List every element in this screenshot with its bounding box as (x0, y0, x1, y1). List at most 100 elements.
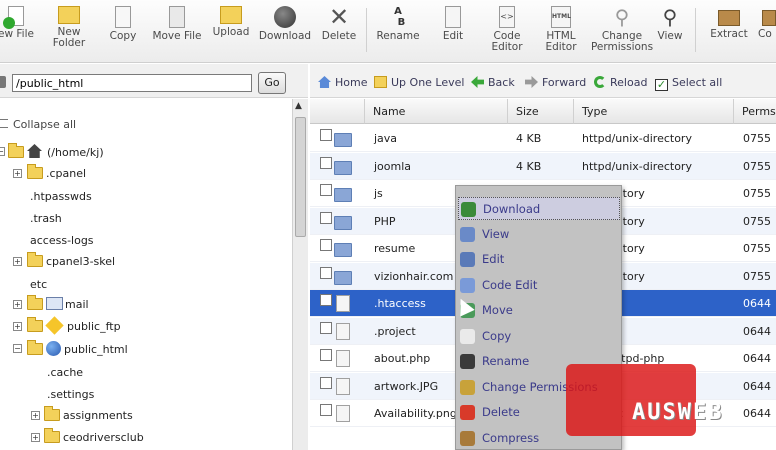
file-icon (336, 405, 350, 422)
collapse-all-link[interactable]: Collapse all (0, 118, 76, 131)
tree-scrollbar[interactable]: ▲ (292, 99, 308, 450)
row-checkbox[interactable] (320, 129, 332, 141)
code-editor-button[interactable]: <> Code Editor (484, 6, 530, 53)
back-link[interactable]: Back (471, 76, 515, 89)
tree-item-access-logs[interactable]: access-logs (30, 234, 94, 247)
file-name: PHP (374, 214, 396, 228)
move-file-button[interactable]: Move File (150, 6, 204, 42)
tree-item-assignments[interactable]: assignments (44, 406, 133, 422)
tree-item-cache[interactable]: .cache (47, 366, 83, 379)
tree-item-public-ftp[interactable]: public_ftp (27, 316, 121, 335)
table-row[interactable]: java 4 KB httpd/unix-directory 0755 (310, 125, 776, 152)
folder-up-icon (374, 76, 387, 88)
download-icon (274, 6, 296, 28)
extract-button[interactable]: Extract (706, 6, 752, 40)
go-button[interactable]: Go (258, 72, 286, 94)
home-link[interactable]: Home (318, 76, 367, 89)
context-menu-item-copy[interactable]: Copy (458, 325, 620, 348)
file-name: js (374, 187, 383, 200)
compress-button[interactable]: Co (758, 6, 776, 40)
tree-item-ceodriversclub[interactable]: ceodriversclub (44, 428, 144, 444)
edit-button[interactable]: Edit (432, 6, 474, 42)
tree-item-mail[interactable]: mail (27, 295, 89, 311)
row-checkbox[interactable] (320, 404, 332, 416)
tree-toggle[interactable]: − (0, 147, 5, 156)
change-permissions-button[interactable]: ⚲ Change Permissions (590, 6, 654, 53)
download-button[interactable]: Download (258, 6, 312, 42)
row-checkbox[interactable] (320, 294, 332, 306)
tree-item-trash[interactable]: .trash (30, 212, 62, 225)
context-menu-item-code-edit[interactable]: Code Edit (458, 274, 620, 297)
file-name: resume (374, 242, 416, 255)
up-one-level-link[interactable]: Up One Level (374, 76, 464, 89)
column-header-perms[interactable]: Perms (734, 99, 776, 124)
reload-link[interactable]: Reload (594, 76, 647, 89)
tree-item-cpanel3-skel[interactable]: cpanel3-skel (27, 252, 115, 268)
row-checkbox[interactable] (320, 266, 332, 279)
column-header-size[interactable]: Size (508, 99, 574, 124)
tree-toggle[interactable]: + (13, 257, 22, 266)
copy-button[interactable]: Copy (102, 6, 144, 42)
tree-toggle[interactable]: + (13, 322, 22, 331)
context-menu-item-edit[interactable]: Edit (458, 248, 620, 271)
file-perms: 0644 (743, 352, 771, 365)
row-checkbox[interactable] (320, 184, 332, 196)
tree-toggle[interactable]: − (13, 344, 22, 353)
folder-icon (334, 188, 352, 202)
delete-button[interactable]: ✕ Delete (318, 5, 360, 42)
rename-button[interactable]: A B Rename (374, 6, 422, 42)
row-checkbox[interactable] (320, 156, 332, 169)
row-checkbox[interactable] (320, 321, 332, 334)
new-file-button[interactable]: ew File (0, 6, 38, 40)
new-folder-button[interactable]: New Folder (46, 6, 92, 49)
tree-item-htpasswds[interactable]: .htpasswds (30, 190, 92, 203)
select-all-link[interactable]: ✓ Select all (655, 76, 722, 91)
file-icon (336, 295, 350, 312)
upload-button[interactable]: Upload (210, 6, 252, 38)
tree-toggle[interactable]: + (13, 169, 22, 178)
delete-icon (460, 405, 475, 420)
home-icon (27, 144, 42, 158)
column-header-type[interactable]: Type (574, 99, 734, 124)
folder-icon (334, 133, 352, 147)
tree-item-root[interactable]: (/home/kj) (8, 143, 104, 159)
back-arrow-icon (471, 76, 484, 88)
view-button[interactable]: ⚲ View (652, 6, 688, 42)
tree-toggle[interactable]: + (13, 300, 22, 309)
toolbar: ew File New Folder Copy Move File Upload … (0, 0, 776, 63)
forward-link[interactable]: Forward (525, 76, 586, 89)
file-icon (336, 377, 350, 395)
context-menu-item-view[interactable]: View (458, 223, 620, 246)
compress-icon (460, 430, 475, 446)
html-editor-button[interactable]: HTML HTML Editor (538, 6, 584, 53)
tree-item-etc[interactable]: etc (30, 278, 47, 291)
tree-toggle[interactable]: + (31, 433, 40, 442)
path-input[interactable] (12, 74, 252, 92)
file-name: artwork.JPG (374, 379, 439, 393)
context-menu-item-move[interactable]: Move (458, 299, 620, 322)
scrollbar-thumb[interactable] (295, 117, 306, 237)
collapse-all-icon (0, 119, 8, 128)
file-perms: 0644 (743, 297, 771, 310)
tree-item-settings[interactable]: .settings (47, 388, 94, 401)
checkbox-checked-icon: ✓ (655, 78, 668, 91)
mail-icon (46, 297, 63, 310)
file-perms: 0755 (743, 269, 771, 283)
table-row[interactable]: joomla 4 KB httpd/unix-directory 0755 (310, 152, 776, 180)
file-name: .project (374, 324, 416, 338)
row-checkbox[interactable] (320, 349, 332, 361)
watermark-text: AUSWEB (632, 400, 724, 425)
column-header-name[interactable]: Name (365, 99, 508, 124)
row-checkbox[interactable] (320, 239, 332, 251)
edit-icon (445, 6, 461, 28)
row-checkbox[interactable] (320, 376, 332, 389)
file-perms: 0644 (743, 407, 771, 420)
rename-icon: A B (390, 6, 406, 28)
tree-toggle[interactable]: + (31, 411, 40, 420)
context-menu-item-download[interactable]: Download (458, 197, 620, 220)
tree-item-public-html[interactable]: public_html (27, 340, 128, 356)
scroll-up-arrow-icon[interactable]: ▲ (295, 101, 302, 111)
tree-item-cpanel[interactable]: .cpanel (27, 164, 86, 180)
view-icon: ⚲ (662, 5, 678, 29)
row-checkbox[interactable] (320, 211, 332, 224)
